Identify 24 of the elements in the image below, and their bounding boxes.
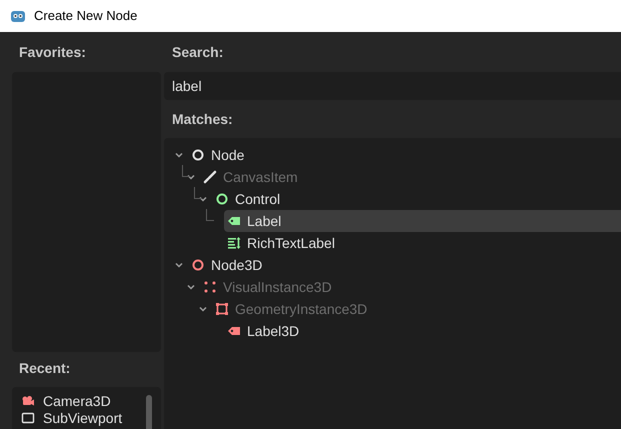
tag-icon [227, 214, 241, 228]
tree-item[interactable]: Node3D [188, 254, 621, 276]
text-lines-icon [227, 236, 241, 250]
section-label: Recent: [18, 358, 72, 378]
section-label: Search: [171, 42, 224, 62]
section-label: Matches: [171, 110, 234, 128]
tag-icon [227, 324, 241, 338]
robot-head-icon [10, 8, 26, 24]
chevron-icon[interactable] [174, 150, 184, 160]
recent-item[interactable]: Camera3D [21, 393, 161, 410]
dots-icon [203, 280, 217, 294]
recent-item[interactable]: SubViewport [21, 410, 161, 427]
circle-icon [191, 148, 205, 162]
scrollbar[interactable] [146, 395, 152, 429]
section-label: Favorites: [18, 42, 87, 62]
window-icon [21, 411, 35, 425]
square-icon [215, 302, 229, 316]
window-title: Create New Node [34, 7, 138, 26]
search-field[interactable]: label [164, 72, 621, 100]
circle-icon [215, 192, 229, 206]
chevron-icon[interactable] [174, 260, 184, 270]
tree-item[interactable]: Node [188, 144, 621, 166]
camera-icon [21, 394, 35, 408]
circle-icon [191, 258, 205, 272]
